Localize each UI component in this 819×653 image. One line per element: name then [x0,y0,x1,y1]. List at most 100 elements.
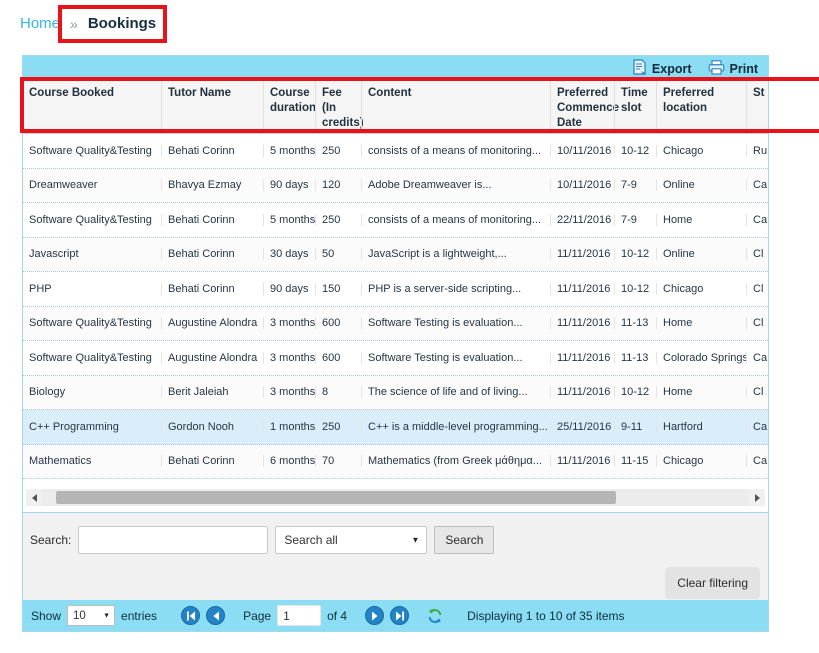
search-button[interactable]: Search [434,526,494,554]
table-row[interactable]: PHPBehati Corinn90 days150PHP is a serve… [23,272,769,307]
table-row[interactable]: Software Quality&TestingBehati Corinn5 m… [23,134,769,169]
table-cell: 3 months [263,386,315,398]
breadcrumb-separator-icon: » [70,16,78,32]
table-cell: Adobe Dreamweaver is... [361,179,550,191]
table-cell: Cl [746,386,769,398]
entries-dropdown[interactable]: 10 [68,606,114,625]
document-export-icon [632,59,647,78]
table-row[interactable]: Software Quality&TestingAugustine Alondr… [23,341,769,376]
column-header: Course duration [263,81,315,133]
scroll-right-button[interactable] [749,489,765,506]
first-page-icon [186,611,196,621]
page: Home » Bookings Export [0,0,819,653]
table-cell: Behati Corinn [161,214,263,226]
table-cell: 600 [315,352,361,364]
table-cell: C++ Programming [23,421,161,433]
table-cell: 7-9 [614,214,656,226]
table-cell: 8 [315,386,361,398]
table-cell: 90 days [263,283,315,295]
table-cell: Dreamweaver [23,179,161,191]
table-cell: 1 months [263,421,315,433]
table-cell: 6 months [263,455,315,467]
scrollbar-track[interactable] [42,489,749,506]
first-page-button[interactable] [181,606,200,625]
table-row[interactable]: Software Quality&TestingBehati Corinn5 m… [23,203,769,238]
table-row[interactable]: MathematicsBehati Corinn6 months70Mathem… [23,445,769,480]
table-cell: Behati Corinn [161,145,263,157]
pagination-status: Displaying 1 to 10 of 35 items [467,609,624,623]
column-header: Preferred location [656,81,746,133]
table-body: Software Quality&TestingBehati Corinn5 m… [23,134,769,479]
table-cell: 3 months [263,317,315,329]
table-cell: 250 [315,214,361,226]
table-cell: Software Quality&Testing [23,317,161,329]
export-button[interactable]: Export [632,59,692,78]
table-cell: C++ is a middle-level programming... [361,421,550,433]
table-cell: Ca [746,214,769,226]
table-cell: Cl [746,248,769,260]
table-row[interactable]: JavascriptBehati Corinn30 days50JavaScri… [23,238,769,273]
table-cell: 150 [315,283,361,295]
scroll-right-icon [755,494,760,502]
entries-select[interactable]: 10 ▼ [67,605,115,626]
clear-filter-row: Clear filtering [23,554,768,599]
search-label: Search: [30,533,71,547]
table-cell: 250 [315,421,361,433]
search-input[interactable] [78,526,268,554]
table-cell: 10/11/2016 [550,145,614,157]
table-cell: 10-12 [614,386,656,398]
table-row[interactable]: C++ ProgrammingGordon Nooh1 months250C++… [23,410,769,445]
table-cell: Hartford [656,421,746,433]
next-page-button[interactable] [365,606,384,625]
table-cell: Biology [23,386,161,398]
table-cell: 11/11/2016 [550,386,614,398]
previous-page-button[interactable] [206,606,225,625]
previous-page-icon [211,611,221,621]
print-button[interactable]: Print [708,60,758,78]
table-cell: Javascript [23,248,161,260]
table-cell: Ca [746,455,769,467]
table-cell: 3 months [263,352,315,364]
table-cell: The science of life and of living... [361,386,550,398]
search-filter-dropdown[interactable]: Search all [276,527,426,553]
last-page-button[interactable] [390,606,409,625]
table-cell: Software Testing is evaluation... [361,317,550,329]
entries-label: entries [121,609,157,623]
table-cell: consists of a means of monitoring... [361,214,550,226]
horizontal-scrollbar[interactable] [26,489,765,506]
page-number-input[interactable] [277,605,321,626]
table-cell: Home [656,317,746,329]
clear-filtering-button[interactable]: Clear filtering [665,567,760,599]
table-cell: Home [656,214,746,226]
scroll-left-button[interactable] [26,489,42,506]
table-cell: Berit Jaleiah [161,386,263,398]
refresh-button[interactable] [427,608,443,624]
search-filter-select[interactable]: Search all ▼ [275,526,427,554]
table-cell: 10-12 [614,145,656,157]
page-of-label: of 4 [327,609,347,623]
table-cell: 90 days [263,179,315,191]
print-label: Print [730,62,758,76]
table-toolbar: Export Print [23,56,768,81]
column-header: Tutor Name [161,81,263,133]
scrollbar-thumb[interactable] [56,491,616,504]
table-cell: 25/11/2016 [550,421,614,433]
export-label: Export [652,62,692,76]
table-row[interactable]: Software Quality&TestingAugustine Alondr… [23,307,769,342]
table-row[interactable]: BiologyBerit Jaleiah3 months8The science… [23,376,769,411]
scroll-left-icon [32,494,37,502]
show-label: Show [31,609,61,623]
table-cell: Chicago [656,455,746,467]
table-row[interactable]: DreamweaverBhavya Ezmay90 days120Adobe D… [23,169,769,204]
table-cell: 7-9 [614,179,656,191]
column-header: St [746,81,769,133]
breadcrumb-current-page: Bookings [88,15,156,32]
table-cell: JavaScript is a lightweight,... [361,248,550,260]
search-row: Search: Search all ▼ Search [23,513,768,554]
breadcrumb-home-link[interactable]: Home [20,15,60,32]
table-cell: 22/11/2016 [550,214,614,226]
table-cell: Cl [746,283,769,295]
column-header: Fee (In credits) [315,81,361,133]
table-cell: Colorado Springs [656,352,746,364]
table-cell: Software Quality&Testing [23,352,161,364]
